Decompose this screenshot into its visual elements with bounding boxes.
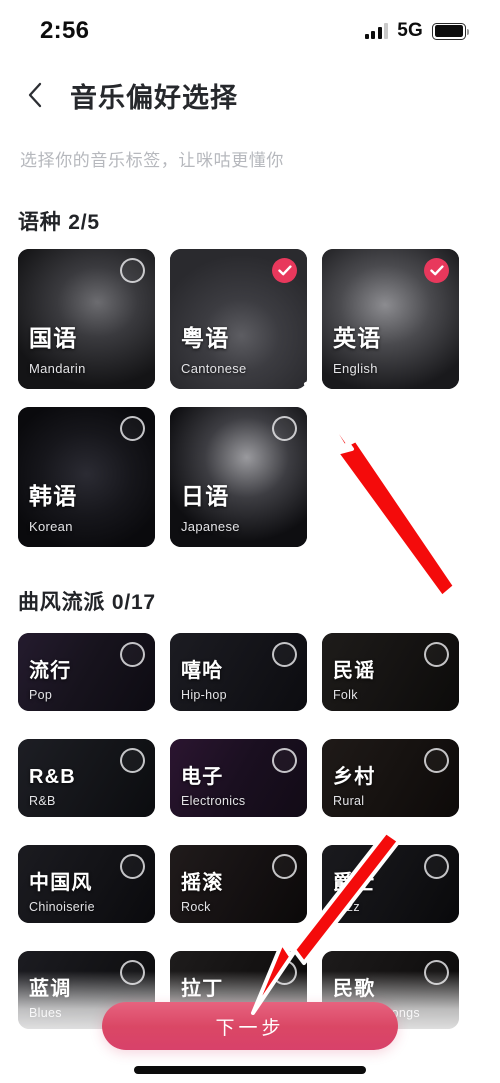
card-label-en: Chinoiserie — [29, 900, 95, 914]
card-label-en: Folk — [333, 688, 358, 702]
card-checkbox-unchecked[interactable] — [272, 854, 297, 879]
card-label-en: Cantonese — [181, 361, 247, 376]
genre-card-rural[interactable]: 乡村 Rural — [322, 739, 459, 817]
home-indicator — [134, 1066, 366, 1074]
card-label-cn: R&B — [29, 766, 76, 788]
card-label-cn: 爵士 — [333, 872, 376, 894]
card-label-cn: 民歌 — [333, 978, 376, 1000]
genre-card-folk[interactable]: 民谣 Folk — [322, 633, 459, 711]
lang-card-cantonese[interactable]: 粤语 Cantonese — [170, 249, 307, 389]
card-label-en: Blues — [29, 1006, 62, 1020]
card-label-cn: 粤语 — [181, 325, 230, 351]
card-label-en: R&B — [29, 794, 56, 808]
card-checkbox-unchecked[interactable] — [120, 258, 145, 283]
card-label-cn: 日语 — [181, 483, 230, 509]
card-checkbox-unchecked[interactable] — [424, 960, 449, 985]
card-label-cn: 韩语 — [29, 483, 78, 509]
card-checkbox-unchecked[interactable] — [272, 416, 297, 441]
lang-card-english[interactable]: 英语 English — [322, 249, 459, 389]
card-label-cn: 摇滚 — [181, 872, 224, 894]
card-checkbox-unchecked[interactable] — [120, 960, 145, 985]
card-checkbox-checked[interactable] — [424, 258, 449, 283]
card-label-cn: 电子 — [181, 766, 224, 788]
card-checkbox-unchecked[interactable] — [424, 642, 449, 667]
card-label-cn: 国语 — [29, 325, 78, 351]
cards-layer: 国语 Mandarin 粤语 Cantonese 英语 English 韩语 Korean 日语… — [0, 0, 500, 1083]
card-label-en: Japanese — [181, 519, 240, 534]
card-checkbox-unchecked[interactable] — [120, 748, 145, 773]
card-checkbox-unchecked[interactable] — [424, 854, 449, 879]
genre-card-pop[interactable]: 流行 Pop — [18, 633, 155, 711]
genre-card-chinoiserie[interactable]: 中国风 Chinoiserie — [18, 845, 155, 923]
card-label-cn: 民谣 — [333, 660, 376, 682]
lang-card-japanese[interactable]: 日语 Japanese — [170, 407, 307, 547]
card-checkbox-unchecked[interactable] — [272, 748, 297, 773]
card-label-en: Rock — [181, 900, 211, 914]
card-checkbox-unchecked[interactable] — [120, 642, 145, 667]
card-checkbox-unchecked[interactable] — [120, 416, 145, 441]
card-label-en: Jazz — [333, 900, 360, 914]
card-label-cn: 流行 — [29, 660, 72, 682]
genre-card-rock[interactable]: 摇滚 Rock — [170, 845, 307, 923]
card-label-cn: 蓝调 — [29, 978, 72, 1000]
genre-card-jazz[interactable]: 爵士 Jazz — [322, 845, 459, 923]
card-label-en: Electronics — [181, 794, 246, 808]
card-label-cn: 嘻哈 — [181, 660, 224, 682]
check-icon — [429, 265, 444, 276]
genre-card-hip-hop[interactable]: 嘻哈 Hip-hop — [170, 633, 307, 711]
lang-card-mandarin[interactable]: 国语 Mandarin — [18, 249, 155, 389]
phone-screen: 2:56 5G 音乐偏好选择 选择你的音乐标签，让咪咕更懂你 语种 2/5 曲风… — [0, 0, 500, 1083]
card-checkbox-unchecked[interactable] — [424, 748, 449, 773]
card-checkbox-unchecked[interactable] — [272, 960, 297, 985]
card-label-cn: 乡村 — [333, 766, 376, 788]
genre-card-r-b[interactable]: R&B R&B — [18, 739, 155, 817]
card-label-en: Hip-hop — [181, 688, 227, 702]
card-label-en: Pop — [29, 688, 53, 702]
lang-card-korean[interactable]: 韩语 Korean — [18, 407, 155, 547]
check-icon — [277, 265, 292, 276]
next-button[interactable]: 下一步 — [102, 1002, 398, 1050]
card-label-en: Mandarin — [29, 361, 86, 376]
card-checkbox-unchecked[interactable] — [120, 854, 145, 879]
card-label-en: English — [333, 361, 378, 376]
card-label-en: Korean — [29, 519, 73, 534]
genre-card-electronics[interactable]: 电子 Electronics — [170, 739, 307, 817]
card-label-cn: 拉丁 — [181, 978, 224, 1000]
card-label-cn: 英语 — [333, 325, 382, 351]
card-checkbox-checked[interactable] — [272, 258, 297, 283]
card-checkbox-unchecked[interactable] — [272, 642, 297, 667]
card-label-en: Rural — [333, 794, 365, 808]
card-label-cn: 中国风 — [29, 872, 93, 894]
